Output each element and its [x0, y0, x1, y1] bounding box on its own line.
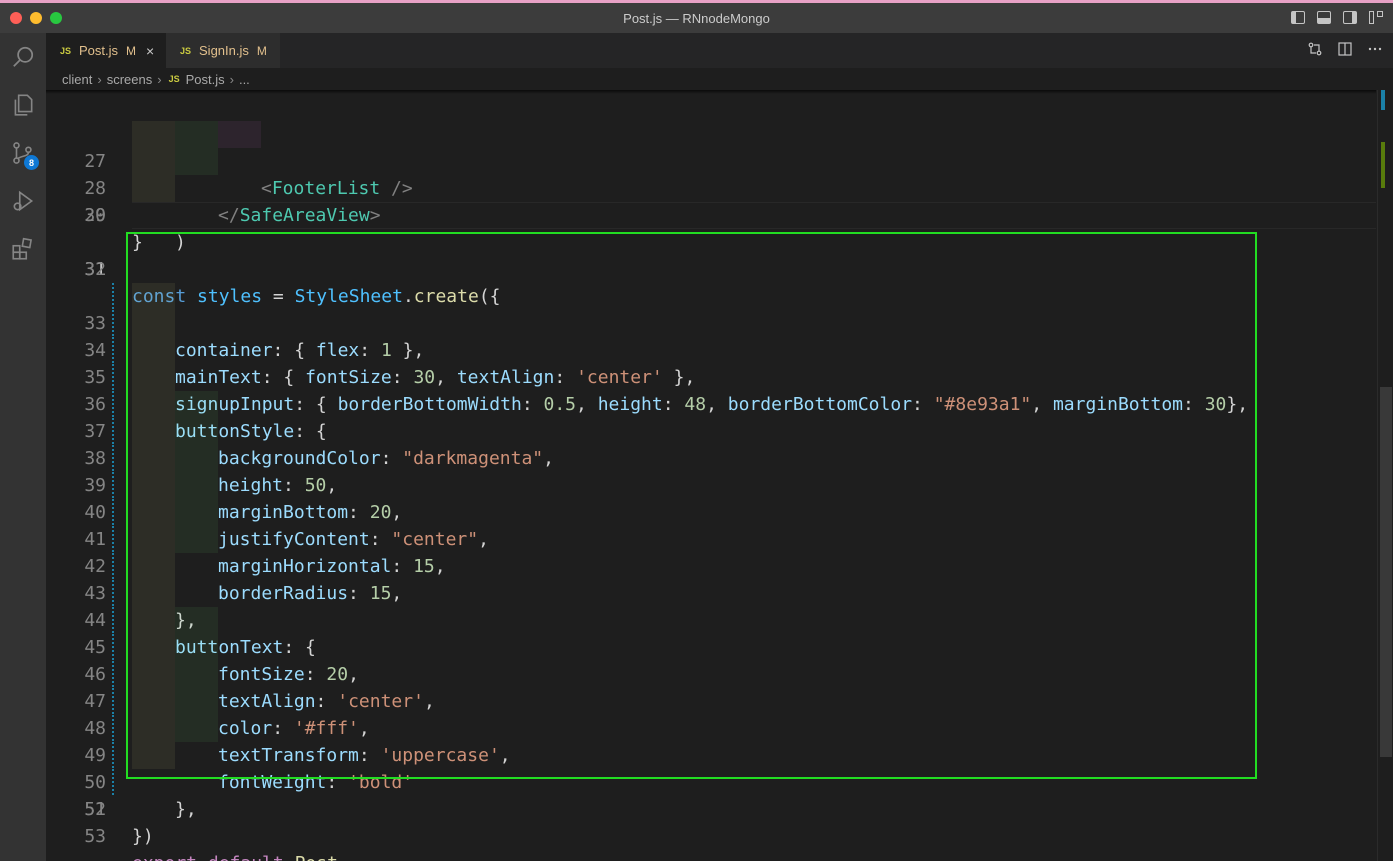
- toggle-panel-icon[interactable]: [1317, 11, 1331, 24]
- search-icon: [13, 46, 34, 67]
- editor-actions: [1307, 41, 1383, 57]
- activity-run-debug[interactable]: [0, 177, 46, 225]
- close-window-button[interactable]: [10, 12, 22, 24]
- more-actions-icon[interactable]: [1367, 41, 1383, 57]
- line-number: 53: [84, 826, 106, 847]
- minimize-window-button[interactable]: [30, 12, 42, 24]
- code-line: 27 <FooterList />: [46, 94, 1376, 199]
- window-title: Post.js — RNnodeMongo: [623, 10, 770, 26]
- code-line: 29 ): [46, 148, 1376, 253]
- layout-controls: [1291, 11, 1383, 24]
- js-file-icon: JS: [60, 45, 72, 56]
- title-bar: Post.js — RNnodeMongo: [0, 3, 1393, 33]
- extensions-icon: [12, 237, 33, 260]
- code-line-current: 31: [46, 202, 1376, 280]
- activity-explorer[interactable]: [0, 81, 46, 129]
- breadcrumb-item-symbol[interactable]: ...: [239, 72, 250, 87]
- run-debug-icon: [13, 190, 34, 212]
- tab-label: Post.js: [79, 43, 119, 58]
- window-controls: [10, 12, 62, 24]
- breadcrumb-item-screens[interactable]: screens: [107, 72, 153, 87]
- modified-indicator: M: [126, 43, 137, 58]
- chevron-right-icon: ›: [157, 71, 162, 87]
- code-line: 30 }: [46, 175, 1376, 253]
- activity-source-control[interactable]: 8: [0, 129, 46, 177]
- compare-changes-icon[interactable]: [1307, 41, 1323, 57]
- customize-layout-icon[interactable]: [1369, 11, 1383, 24]
- files-icon: [14, 94, 33, 116]
- activity-bar: 8: [0, 33, 46, 861]
- highlight-box: [126, 232, 1257, 779]
- breadcrumb-item-file[interactable]: Post.js: [186, 72, 225, 87]
- activity-search[interactable]: [0, 33, 46, 81]
- breadcrumb-item-client[interactable]: client: [62, 72, 92, 87]
- toggle-secondary-sidebar-icon[interactable]: [1343, 11, 1357, 24]
- modified-indicator: M: [256, 43, 267, 58]
- close-icon[interactable]: ×: [146, 43, 154, 59]
- editor-tab-bar: JS Post.js M × JS SignIn.js M: [46, 33, 1393, 68]
- chevron-right-icon: ›: [229, 71, 234, 87]
- js-file-icon: JS: [168, 74, 180, 84]
- split-editor-icon[interactable]: [1337, 41, 1353, 57]
- code-line: 28 </SafeAreaView>: [46, 121, 1376, 226]
- toggle-primary-sidebar-icon[interactable]: [1291, 11, 1305, 24]
- source-control-badge: 8: [24, 155, 39, 170]
- breadcrumb: client › screens › JS Post.js › ...: [46, 68, 1393, 90]
- vertical-scrollbar[interactable]: [1377, 90, 1393, 861]
- tab-signin-js[interactable]: JS SignIn.js M: [166, 33, 280, 68]
- scroll-shadow: [46, 90, 1376, 94]
- code-line: 53 export default Post: [46, 796, 1376, 861]
- chevron-right-icon: ›: [97, 71, 102, 87]
- activity-extensions[interactable]: [0, 225, 46, 273]
- code-editor[interactable]: 27 <FooterList /> 28 </SafeAreaView> 29 …: [46, 90, 1393, 861]
- tab-label: SignIn.js: [199, 43, 249, 58]
- js-file-icon: JS: [180, 45, 192, 56]
- maximize-window-button[interactable]: [50, 12, 62, 24]
- tab-post-js[interactable]: JS Post.js M ×: [46, 33, 166, 68]
- scrollbar-thumb[interactable]: [1380, 387, 1392, 757]
